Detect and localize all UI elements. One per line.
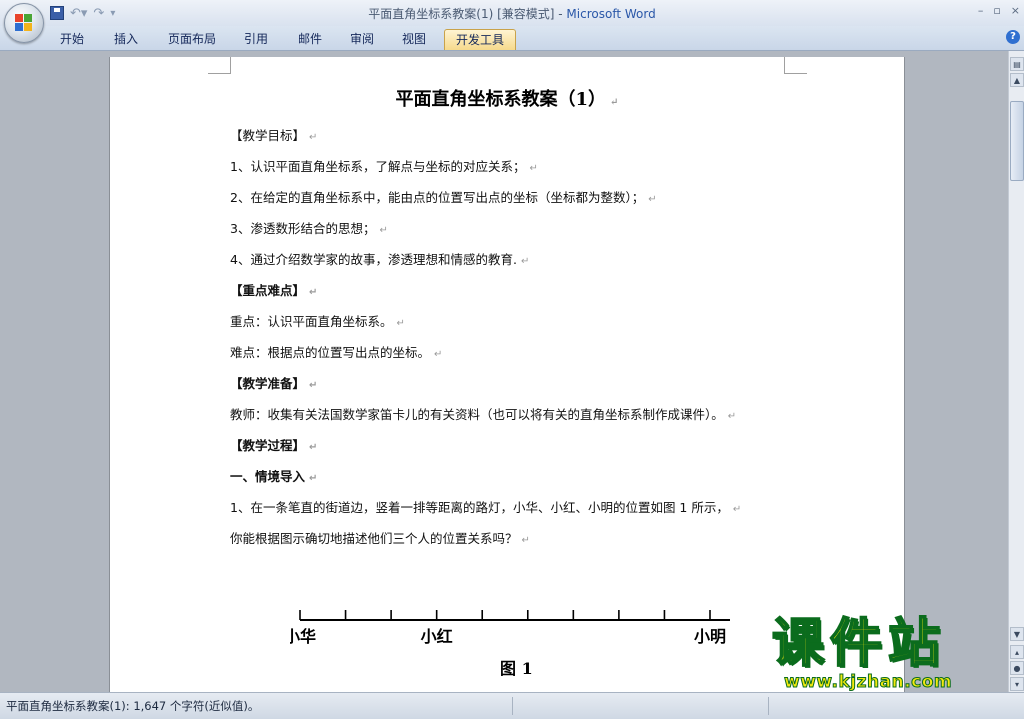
- paragraph-mark-icon: ↵: [309, 287, 318, 298]
- paragraph-text: 难点：根据点的位置写出点的坐标。: [230, 345, 431, 360]
- paragraph-text: 教师：收集有关法国数学家笛卡儿的有关资料（也可以将有关的直角坐标系制作成课件）。: [230, 407, 724, 422]
- paragraph: 1、认识平面直角坐标系，了解点与坐标的对应关系； ↵: [230, 156, 538, 175]
- paragraph: 3、渗透数形结合的思想； ↵: [230, 218, 388, 237]
- paragraph-mark-icon: ↵: [309, 380, 318, 391]
- document-area: 平面直角坐标系教案（1） ↵ 【教学目标】 ↵ 1、认识平面直角坐标系，了解点与坐标的…: [0, 51, 1008, 692]
- paragraph-mark-icon: ↵: [727, 411, 737, 422]
- window-title: 平面直角坐标系教案(1) [兼容模式] - Microsoft Word: [368, 7, 656, 21]
- view-ruler-icon[interactable]: ▤: [1010, 57, 1024, 71]
- restore-icon[interactable]: ▫: [993, 4, 1000, 17]
- paragraph: 你能根据图示确切地描述他们三个人的位置关系吗？ ↵: [230, 528, 530, 547]
- title-bar: ↶▾ ↷ ▾ 平面直角坐标系教案(1) [兼容模式] - Microsoft W…: [0, 0, 1024, 26]
- tab-references[interactable]: 引用: [234, 29, 278, 49]
- paragraph-mark-icon: ↵: [732, 504, 742, 515]
- document-page[interactable]: 平面直角坐标系教案（1） ↵ 【教学目标】 ↵ 1、认识平面直角坐标系，了解点与坐标的…: [110, 57, 904, 692]
- paragraph: 【教学过程】 ↵: [230, 435, 317, 454]
- paragraph: 【重点难点】 ↵: [230, 280, 317, 299]
- next-page-button[interactable]: ▾: [1010, 677, 1024, 691]
- person-label: 小明: [694, 627, 726, 646]
- paragraph-mark-icon: ↵: [520, 256, 530, 267]
- crop-mark: [208, 57, 231, 74]
- minimize-icon[interactable]: –: [978, 4, 984, 17]
- paragraph: 1、在一条笔直的街道边，竖着一排等距离的路灯，小华、小红、小明的位置如图 1 所…: [230, 497, 741, 516]
- paragraph-mark-icon: ↵: [396, 318, 405, 329]
- scroll-down-button[interactable]: ▼: [1010, 627, 1024, 641]
- tab-home[interactable]: 开始: [50, 29, 94, 49]
- paragraph: 一、情境导入 ↵: [230, 466, 317, 485]
- watermark-title: 课件站: [771, 614, 947, 674]
- watermark-url: www.kjzhan.com: [783, 672, 953, 693]
- status-divider: [512, 697, 513, 715]
- previous-page-button[interactable]: ▴: [1010, 645, 1024, 659]
- scroll-up-button[interactable]: ▲: [1010, 73, 1024, 87]
- person-label: 小红: [421, 627, 453, 646]
- paragraph-text: 一、情境导入: [230, 469, 306, 484]
- paragraph-mark-icon: ↵: [309, 442, 318, 453]
- paragraph-text: 4、通过介绍数学家的故事，渗透理想和情感的教育.: [230, 252, 517, 267]
- office-button[interactable]: [4, 3, 44, 43]
- paragraph-text: 1、认识平面直角坐标系，了解点与坐标的对应关系；: [230, 159, 526, 174]
- paragraph-text: 你能根据图示确切地描述他们三个人的位置关系吗？: [230, 531, 518, 546]
- vertical-scrollbar[interactable]: ▤ ▲ ▼ ▴ ● ▾: [1008, 51, 1024, 692]
- paragraph-text: 【教学过程】: [230, 438, 306, 453]
- paragraph-text: 1、在一条笔直的街道边，竖着一排等距离的路灯，小华、小红、小明的位置如图 1 所…: [230, 500, 729, 515]
- paragraph: 【教学准备】 ↵: [230, 373, 317, 392]
- scroll-thumb[interactable]: [1010, 101, 1024, 181]
- paragraph-text: 【教学目标】: [230, 128, 306, 143]
- paragraph-text: 2、在给定的直角坐标系中，能由点的位置写出点的坐标（坐标都为整数）；: [230, 190, 645, 205]
- watermark-logo: 课件站 www.kjzhan.com: [771, 614, 1012, 693]
- paragraph: 教师：收集有关法国数学家笛卡儿的有关资料（也可以将有关的直角坐标系制作成课件）。…: [230, 404, 736, 423]
- paragraph-text: 重点：认识平面直角坐标系。: [230, 314, 393, 329]
- status-bar: 平面直角坐标系教案(1): 1,647 个字符(近似值)。: [0, 692, 1024, 719]
- tab-page-layout[interactable]: 页面布局: [160, 29, 224, 49]
- tab-view[interactable]: 视图: [392, 29, 436, 49]
- ribbon-tab-row: 开始 插入 页面布局 引用 邮件 审阅 视图 开发工具: [0, 26, 1024, 51]
- figure-caption: 图 1: [500, 659, 533, 678]
- status-text: 平面直角坐标系教案(1): 1,647 个字符(近似值)。: [6, 699, 260, 713]
- office-logo-icon: [15, 14, 33, 32]
- figure-1: 小华 小红 小明 图 1: [284, 597, 740, 687]
- paragraph: 重点：认识平面直角坐标系。 ↵: [230, 311, 405, 330]
- paragraph-mark-icon: ↵: [521, 535, 530, 546]
- paragraph: 2、在给定的直角坐标系中，能由点的位置写出点的坐标（坐标都为整数）； ↵: [230, 187, 657, 206]
- status-divider: [768, 697, 769, 715]
- person-label: 小华: [290, 627, 316, 646]
- paragraph-text: 【教学准备】: [230, 376, 306, 391]
- close-icon[interactable]: ×: [1011, 4, 1020, 17]
- paragraph: 4、通过介绍数学家的故事，渗透理想和情感的教育. ↵: [230, 249, 529, 268]
- paragraph-mark-icon: ↵: [648, 194, 657, 205]
- paragraph-mark-icon: ↵: [379, 225, 388, 236]
- paragraph-mark-icon: ↵: [529, 163, 538, 174]
- paragraph-text: 【重点难点】: [230, 283, 306, 298]
- tab-developer[interactable]: 开发工具: [444, 29, 516, 50]
- window-controls: – ▫ ×: [978, 4, 1020, 17]
- paragraph-mark-icon: ↵: [309, 132, 318, 143]
- document-title: 平面直角坐标系教案（1） ↵: [395, 89, 619, 110]
- paragraph-text: 3、渗透数形结合的思想；: [230, 221, 376, 236]
- tab-insert[interactable]: 插入: [104, 29, 148, 49]
- crop-mark: [784, 57, 807, 74]
- paragraph: 【教学目标】 ↵: [230, 125, 317, 144]
- help-icon[interactable]: ?: [1006, 30, 1020, 44]
- tab-review[interactable]: 审阅: [340, 29, 384, 49]
- tab-mailings[interactable]: 邮件: [288, 29, 332, 49]
- paragraph-mark-icon: ↵: [434, 349, 443, 360]
- paragraph: 难点：根据点的位置写出点的坐标。 ↵: [230, 342, 442, 361]
- paragraph-mark-icon: ↵: [309, 473, 318, 484]
- select-browse-object-button[interactable]: ●: [1010, 661, 1024, 675]
